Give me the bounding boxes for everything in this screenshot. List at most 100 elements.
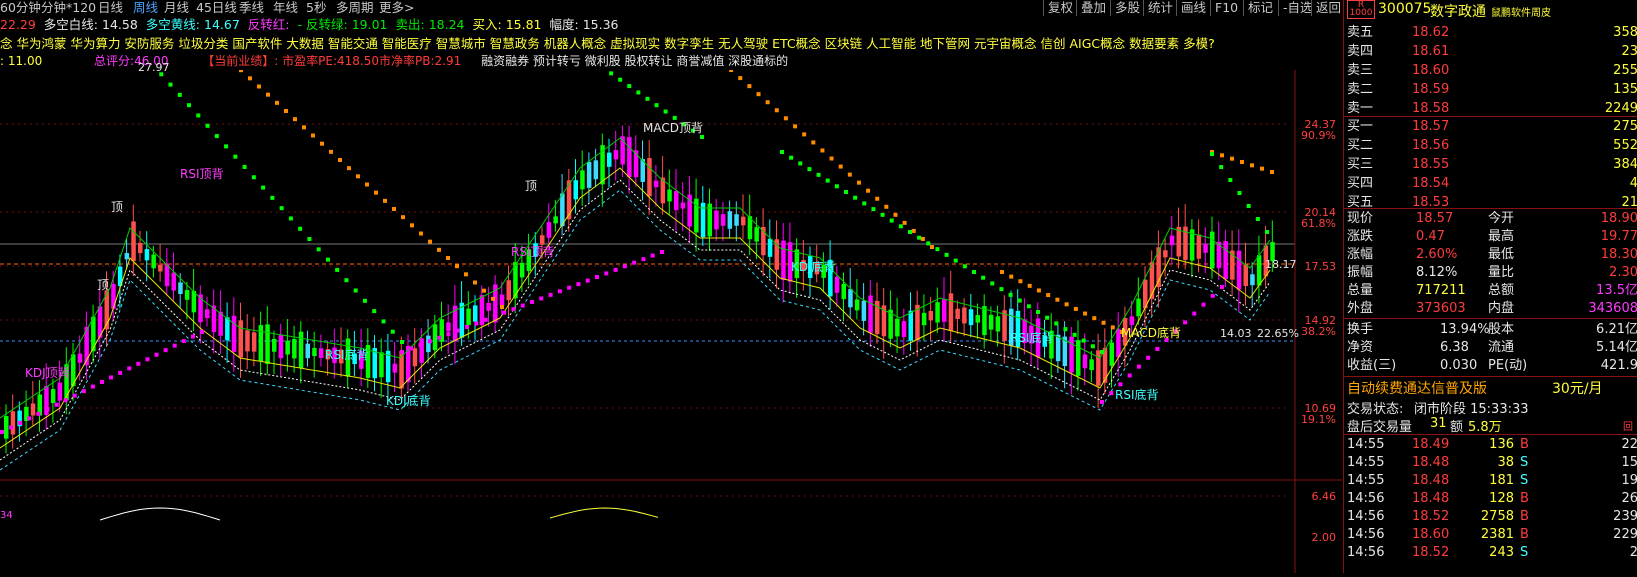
fanzhuan-green-value: 19.01 <box>351 17 388 32</box>
trend-dot-orange <box>930 245 934 249</box>
trend-dot-green <box>1008 292 1013 297</box>
timeframe-tab[interactable]: 周线 <box>133 0 158 16</box>
candle-body <box>1203 243 1208 253</box>
candle-body <box>305 343 310 359</box>
ask-volume: 23 <box>1621 44 1637 59</box>
trend-dot-green <box>844 190 848 194</box>
timeframe-tab[interactable]: 更多> <box>379 0 414 16</box>
trend-dot-orange <box>311 133 315 138</box>
fund-value: 6.38 <box>1440 340 1469 355</box>
trend-dot-magenta <box>36 411 41 416</box>
trend-dot-green <box>1219 165 1224 169</box>
candle-body <box>935 302 940 323</box>
timeframe-tab[interactable]: 分钟*120 <box>41 0 96 16</box>
trend-dot-orange <box>455 264 459 269</box>
ask-row: 卖三 18.60 255 <box>1344 61 1637 80</box>
candle-body <box>278 334 284 359</box>
trend-dot-orange <box>893 212 898 217</box>
refresh-icon[interactable]: 回 <box>1623 418 1633 433</box>
bid-label: 买一 <box>1347 119 1374 134</box>
tick-volume: 128 <box>1489 491 1514 506</box>
candle-body <box>1055 334 1061 362</box>
stat-label: 涨幅 <box>1347 247 1374 262</box>
after-hours-volume: 31 <box>1430 416 1447 431</box>
logo-bottom: 1000 <box>1349 8 1373 18</box>
kline-chart[interactable] <box>0 60 1342 573</box>
indicator-value: 22.29 <box>0 17 36 32</box>
trend-dot-orange <box>1027 283 1032 288</box>
tick-side: B <box>1520 437 1529 452</box>
tick-volume: 2381 <box>1480 527 1514 542</box>
trend-dot-magenta <box>1100 400 1104 404</box>
stat-label: 振幅 <box>1347 265 1374 280</box>
toolbar-button[interactable]: -自选 <box>1278 0 1313 16</box>
fund-value: 6.21亿 <box>1596 322 1637 337</box>
tick-time: 14:55 <box>1347 473 1385 488</box>
candle-body <box>205 309 210 319</box>
trend-dot-magenta <box>154 352 159 357</box>
timeframe-tab[interactable]: 60分钟 <box>0 0 41 16</box>
timeframe-tab[interactable]: 月线 <box>164 0 189 16</box>
separator <box>1344 318 1637 319</box>
range-label: 幅度: <box>549 17 579 32</box>
toolbar-button[interactable]: 统计 <box>1143 0 1173 16</box>
trend-dot-magenta <box>400 350 404 354</box>
candle-body <box>955 308 960 319</box>
toolbar-button[interactable]: 画线 <box>1176 0 1206 16</box>
toolbar-button[interactable]: F10 <box>1210 0 1238 16</box>
candle-body <box>479 295 485 326</box>
timeframe-tab[interactable]: 45日线 <box>196 0 237 16</box>
logo-badge: R 1000 <box>1347 0 1375 19</box>
ad-text[interactable]: 自动续费通达信普及版 <box>1347 378 1487 398</box>
candle-body <box>921 312 927 326</box>
timeframe-tab[interactable]: 日线 <box>98 0 123 16</box>
trend-dot-magenta <box>63 398 68 403</box>
candle-body <box>57 382 63 401</box>
trend-dot-orange <box>248 76 252 81</box>
candle-body <box>741 216 746 226</box>
trend-dot-magenta <box>1155 346 1160 351</box>
tick-volume: 181 <box>1489 473 1514 488</box>
indicator-values-line: 22.29 多空白线: 14.58 多空黄线: 14.67 反转红: - 反转绿: 1… <box>0 16 622 33</box>
candle-body <box>238 320 243 358</box>
candle-body <box>251 332 257 352</box>
ad-price[interactable]: 30元/月 <box>1552 378 1603 398</box>
trend-dot-green <box>1026 304 1031 309</box>
trend-dot-magenta <box>1201 302 1206 307</box>
kd-bottom-annotation: KDJ底背 <box>791 260 836 274</box>
duokong-white-label: 多空白线: <box>43 17 98 32</box>
trend-dot-orange <box>1009 274 1014 279</box>
trend-dot-magenta <box>109 375 114 380</box>
trend-dot-green <box>1210 152 1214 156</box>
tick-time: 14:56 <box>1347 491 1385 506</box>
toolbar-button[interactable]: 复权 <box>1043 0 1073 16</box>
stock-name: 数字政通 <box>1430 4 1486 20</box>
trend-dot-orange <box>838 164 843 169</box>
trend-dot-magenta <box>539 296 544 301</box>
timeframe-tab[interactable]: 5秒 <box>306 0 326 16</box>
separator <box>1344 376 1637 377</box>
performance-info: 【当前业绩】: 市盈率PE:418.50市净率PB:2.91 <box>202 54 462 68</box>
trend-dot-green <box>935 247 940 252</box>
candle-body <box>1069 336 1074 373</box>
timeframe-tab[interactable]: 季线 <box>239 0 264 16</box>
toolbar-button[interactable]: 标记 <box>1243 0 1273 16</box>
toolbar-button[interactable]: 叠加 <box>1076 0 1106 16</box>
timeframe-tab[interactable]: 年线 <box>273 0 298 16</box>
trend-dot-green <box>926 241 931 246</box>
bid-row: 买一 18.57 275 <box>1344 117 1637 136</box>
candle-body <box>473 305 478 322</box>
buy-value: 15.81 <box>505 17 542 32</box>
trend-dot-green <box>908 230 912 234</box>
tick-count: 26 <box>1621 491 1637 506</box>
trend-dot-orange <box>410 223 414 228</box>
trend-dot-orange <box>1230 156 1234 161</box>
candle-body <box>667 189 672 202</box>
timeframe-tab[interactable]: 多周期 <box>336 0 374 16</box>
trend-dot-magenta <box>427 339 432 344</box>
stat-value: 0.47 <box>1416 229 1445 244</box>
toolbar-button[interactable]: 多股 <box>1110 0 1140 16</box>
candle-body <box>225 317 230 341</box>
trend-dot-green <box>834 184 839 189</box>
toolbar-button[interactable]: 返回 <box>1311 0 1341 16</box>
